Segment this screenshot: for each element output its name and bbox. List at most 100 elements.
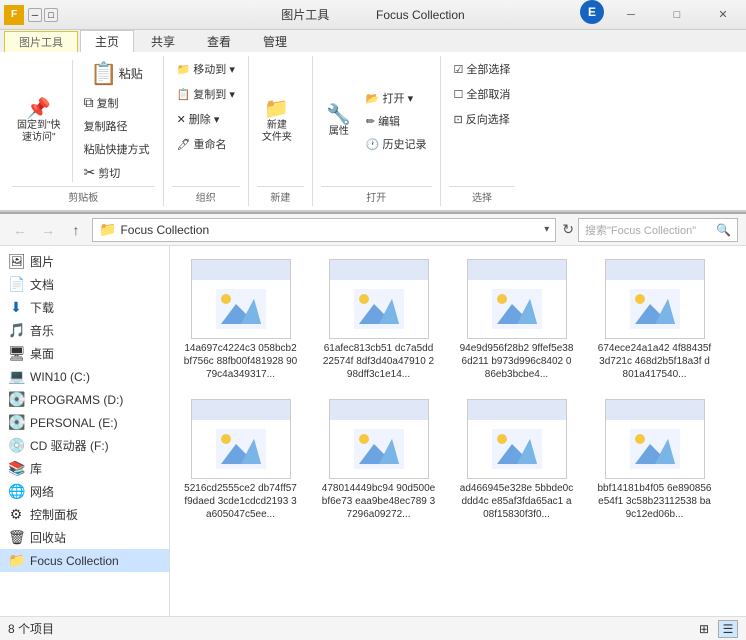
maximize-button[interactable]: □ (654, 0, 700, 30)
file-item[interactable]: 674ece24a1a42 4f88435f3d721c 468d2b5f18a… (592, 254, 717, 386)
file-name: 674ece24a1a42 4f88435f3d721c 468d2b5f18a… (597, 342, 712, 381)
invert-select-button[interactable]: ⊡ 反向选择 (449, 108, 515, 130)
edit-label: 编辑 (378, 113, 400, 129)
copy-button[interactable]: ⧉ 复制 (79, 91, 155, 114)
copy-path-button[interactable]: 复制路径 (79, 115, 155, 137)
d-drive-label: PROGRAMS (D:) (30, 393, 123, 407)
sidebar-item-documents[interactable]: 📄 文档 (0, 273, 169, 296)
clipboard-col: 📋 粘贴 ⧉ 复制 复制路径 粘贴快捷方式 ✂ 剪切 (79, 58, 155, 184)
clipboard-buttons: 📌 固定到"快速访问" 📋 粘贴 ⧉ 复制 复制路径 (12, 58, 155, 184)
file-item[interactable]: ad466945e328e 5bbde0cddd4c e85af3fda65ac… (454, 394, 579, 526)
move-to-button[interactable]: 📁 移动到 ▾ (172, 58, 240, 80)
ribbon: 📌 固定到"快速访问" 📋 粘贴 ⧉ 复制 复制路径 (0, 52, 746, 214)
rename-button[interactable]: 🖊 重命名 (172, 133, 232, 155)
history-button[interactable]: 🕐 历史记录 (361, 133, 432, 155)
address-bar[interactable]: 📁 Focus Collection ▾ (92, 218, 556, 242)
desktop-label: 桌面 (30, 345, 54, 362)
file-item[interactable]: 5216cd2555ce2 db74ff57f9daed 3cde1cdcd21… (178, 394, 303, 526)
sidebar-item-pictures[interactable]: 🖼 图片 (0, 250, 169, 273)
forward-button[interactable]: → (36, 218, 60, 242)
tab-view[interactable]: 查看 (192, 30, 246, 52)
sidebar-item-desktop[interactable]: 🖥 桌面 (0, 342, 169, 365)
max-btn-small[interactable]: □ (44, 8, 58, 22)
delete-button[interactable]: ✕ 删除 ▾ (172, 108, 225, 130)
ribbon-group-open: 🔧 属性 📂 打开 ▾ ✏ 编辑 🕐 历史记录 (317, 56, 441, 206)
cut-button[interactable]: ✂ 剪切 (79, 161, 155, 184)
copy-path-label: 复制路径 (84, 118, 128, 134)
f-drive-icon: 💿 (8, 437, 24, 454)
focus-collection-label: Focus Collection (30, 554, 119, 568)
e-drive-label: PERSONAL (E:) (30, 416, 118, 430)
new-folder-button[interactable]: 📁 新建文件夹 (257, 96, 297, 147)
paste-label: 粘贴 (119, 67, 143, 81)
file-item[interactable]: 94e9d956f28b2 9ffef5e386d211 b973d996c84… (454, 254, 579, 386)
sidebar-item-network[interactable]: 🌐 网络 (0, 480, 169, 503)
minimize-button[interactable]: ─ (608, 0, 654, 30)
select-none-button[interactable]: ☐ 全部取消 (449, 83, 516, 105)
sidebar-item-c-drive[interactable]: 💻 WIN10 (C:) (0, 365, 169, 388)
sidebar-item-e-drive[interactable]: 💽 PERSONAL (E:) (0, 411, 169, 434)
title-bar-left: F ─ □ (0, 5, 58, 25)
copy-to-button[interactable]: 📋 复制到 ▾ (172, 83, 240, 105)
min-btn-small[interactable]: ─ (28, 8, 42, 22)
recycle-icon: 🗑 (8, 529, 24, 546)
organize-buttons: 📁 移动到 ▾ 📋 复制到 ▾ ✕ 删除 ▾ 🖊 重命名 (172, 58, 240, 184)
copy-icon: ⧉ (84, 94, 94, 111)
open-buttons: 🔧 属性 📂 打开 ▾ ✏ 编辑 🕐 历史记录 (321, 58, 432, 184)
tab-picture-tools[interactable]: 图片工具 (4, 31, 78, 52)
open-button[interactable]: 📂 打开 ▾ (361, 87, 432, 109)
paste-shortcut-button[interactable]: 粘贴快捷方式 (79, 138, 155, 160)
tab-share[interactable]: 共享 (136, 30, 190, 52)
move-icon: 📁 (177, 63, 191, 76)
select-all-label: 全部选择 (466, 61, 510, 77)
file-name: 14a697c4224c3 058bcb2bf756c 88fb00f48192… (183, 342, 298, 381)
sidebar-item-library[interactable]: 📚 库 (0, 457, 169, 480)
edit-button[interactable]: ✏ 编辑 (361, 110, 432, 132)
file-item[interactable]: 61afec813cb51 dc7a5dd22574f 8df3d40a4791… (316, 254, 441, 386)
grid-view-button[interactable]: ⊞ (694, 620, 714, 638)
file-item[interactable]: 14a697c4224c3 058bcb2bf756c 88fb00f48192… (178, 254, 303, 386)
navigation-bar: ← → ↑ 📁 Focus Collection ▾ ↻ 搜索"Focus Co… (0, 214, 746, 246)
list-view-button[interactable]: ☰ (718, 620, 738, 638)
sidebar-item-downloads[interactable]: ⬇ 下载 (0, 296, 169, 319)
documents-label: 文档 (30, 276, 54, 293)
paste-button[interactable]: 📋 粘贴 (79, 58, 155, 90)
close-button[interactable]: ✕ (700, 0, 746, 30)
file-thumbnail (191, 399, 291, 479)
file-item[interactable]: 478014449bc94 90d500ebf6e73 eaa9be48ec78… (316, 394, 441, 526)
file-name: bbf14181b4f05 6e890856e54f1 3c58b2311253… (597, 482, 712, 521)
address-folder-icon: 📁 (99, 221, 116, 238)
invert-label: 反向选择 (466, 111, 510, 127)
title-bar: F ─ □ 图片工具 Focus Collection E ─ □ ✕ (0, 0, 746, 30)
sidebar-item-music[interactable]: 🎵 音乐 (0, 319, 169, 342)
sidebar-item-d-drive[interactable]: 💽 PROGRAMS (D:) (0, 388, 169, 411)
file-item[interactable]: bbf14181b4f05 6e890856e54f1 3c58b2311253… (592, 394, 717, 526)
sidebar-item-recycle[interactable]: 🗑 回收站 (0, 526, 169, 549)
downloads-label: 下载 (30, 299, 54, 316)
open-col: 📂 打开 ▾ ✏ 编辑 🕐 历史记录 (361, 87, 432, 155)
back-button[interactable]: ← (8, 218, 32, 242)
sidebar-item-f-drive[interactable]: 💿 CD 驱动器 (F:) (0, 434, 169, 457)
history-icon: 🕐 (366, 138, 380, 151)
app-icon: F (4, 5, 24, 25)
sidebar-item-control-panel[interactable]: ⚙ 控制面板 (0, 503, 169, 526)
new-folder-label: 新建文件夹 (262, 120, 292, 144)
sidebar-item-focus-collection[interactable]: 📁 Focus Collection (0, 549, 169, 572)
tab-manage[interactable]: 管理 (248, 30, 302, 52)
user-avatar[interactable]: E (580, 0, 604, 24)
file-thumbnail (605, 399, 705, 479)
address-dropdown-icon[interactable]: ▾ (544, 224, 549, 235)
properties-label: 属性 (329, 126, 349, 138)
search-bar[interactable]: 搜索"Focus Collection" 🔍 (578, 218, 738, 242)
properties-icon: 🔧 (326, 105, 351, 125)
file-name: 94e9d956f28b2 9ffef5e386d211 b973d996c84… (459, 342, 574, 381)
sidebar: 🖼 图片 📄 文档 ⬇ 下载 🎵 音乐 🖥 桌面 💻 WIN10 (C:) 💽 … (0, 246, 170, 616)
select-all-button[interactable]: ☑ 全部选择 (449, 58, 516, 80)
properties-button[interactable]: 🔧 属性 (321, 102, 357, 141)
tab-home[interactable]: 主页 (80, 30, 134, 52)
up-button[interactable]: ↑ (64, 218, 88, 242)
copy-to-label: 复制到 ▾ (193, 86, 235, 102)
pin-button[interactable]: 📌 固定到"快速访问" (12, 96, 66, 147)
search-icon[interactable]: 🔍 (716, 223, 731, 237)
refresh-button[interactable]: ↻ (562, 221, 574, 238)
